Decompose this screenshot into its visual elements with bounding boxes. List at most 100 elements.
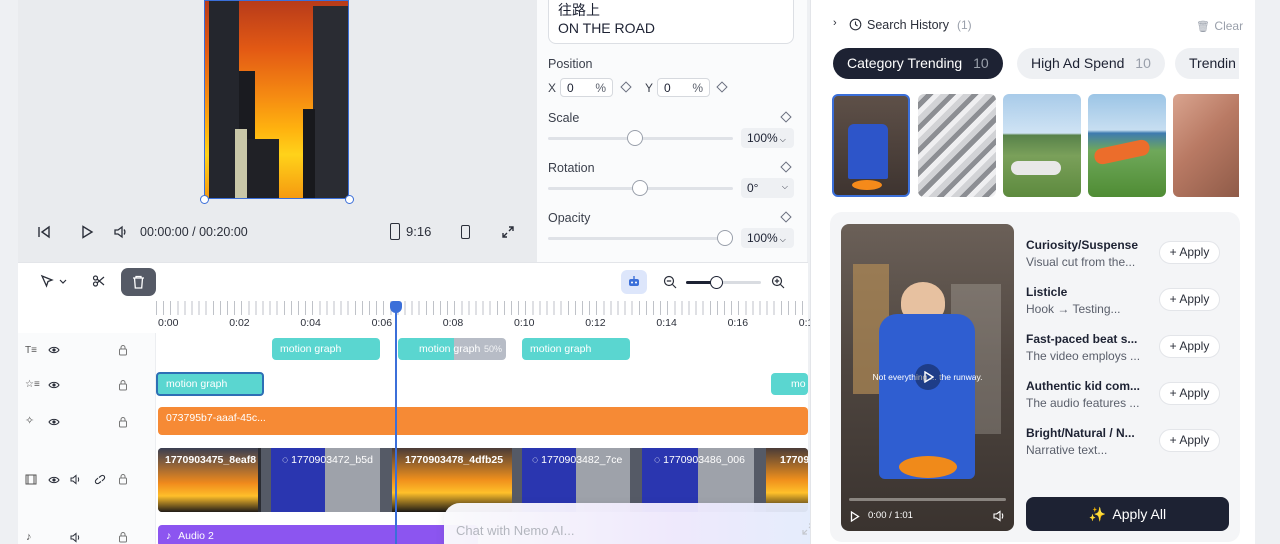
play-icon[interactable] [915,364,941,390]
lock-icon[interactable] [118,473,128,485]
rotation-value: 0° [747,181,759,195]
effect-clip[interactable]: mo [771,373,808,395]
skip-back-icon[interactable] [37,225,51,239]
playhead-line[interactable] [395,311,397,544]
ruler-tick-label: 0:16 [727,317,749,329]
text-track-icon: T≡ [25,345,37,356]
select-tool-button[interactable] [40,274,68,290]
delete-button[interactable] [121,268,156,296]
lock-icon[interactable] [118,379,128,391]
phone-portrait-icon [390,223,400,240]
chip-category-trending[interactable]: Category Trending 10 [833,48,1003,79]
lock-icon[interactable] [118,531,128,543]
video-thumbnail[interactable] [832,94,910,197]
preview-canvas[interactable] [204,0,349,199]
aspect-ratio-button[interactable]: 9:16 [390,223,431,240]
volume-icon[interactable] [70,532,82,543]
video-progress-bar[interactable] [849,498,1006,501]
chip-high-ad-spend[interactable]: High Ad Spend 10 [1017,48,1165,79]
link-icon[interactable] [94,474,106,485]
resize-handle-bottom-right[interactable] [345,195,354,204]
eye-icon[interactable] [48,345,60,355]
video-time: 0:00 / 1:01 [868,510,913,521]
text-clip[interactable]: motion graph [522,338,630,360]
resize-handle-bottom-left[interactable] [200,195,209,204]
opacity-slider-knob[interactable] [717,230,733,246]
scissors-icon[interactable] [92,274,106,288]
position-y-input[interactable]: 0 % [657,78,710,97]
video-thumbnail[interactable] [1173,94,1239,197]
zoom-in-icon[interactable] [771,275,785,289]
keyframe-diamond-icon[interactable] [780,211,792,223]
chip-trending[interactable]: Trendin [1175,48,1239,79]
scale-value: 100% [747,131,778,145]
x-label: X [548,81,557,95]
position-y-value: 0 [664,81,671,95]
apply-template-button[interactable]: + Apply [1159,241,1220,264]
lock-icon[interactable] [118,416,128,428]
zoom-slider-knob[interactable] [710,276,723,289]
scale-slider-knob[interactable] [627,130,643,146]
music-note-icon: ♪ [166,530,172,542]
plus-icon: + [1169,245,1180,259]
text-clip[interactable]: motion graph 50% [398,338,506,360]
effect-clip-label: mo [791,378,806,390]
text-clip[interactable]: motion graph [272,338,380,360]
chip-count: 10 [1135,55,1151,71]
opacity-slider-track[interactable] [548,237,733,240]
timecode: 00:00:00 / 00:20:00 [140,225,248,239]
keyframe-diamond-icon[interactable] [780,111,792,123]
opacity-value: 100% [747,231,778,245]
text-line-english: ON THE ROAD [558,20,655,36]
chevron-right-icon[interactable]: › [833,17,837,29]
apply-template-button[interactable]: + Apply [1159,429,1220,452]
play-icon[interactable] [850,511,860,522]
template-name: Listicle [1026,285,1068,299]
play-icon[interactable] [80,225,94,239]
clear-history-button[interactable]: 🗑 Clear [1196,17,1243,35]
volume-icon[interactable] [993,510,1006,522]
zoom-out-icon[interactable] [663,275,677,289]
search-history-label[interactable]: Search History [867,18,949,32]
apply-template-button[interactable]: + Apply [1159,288,1220,311]
keyframe-diamond-icon[interactable] [620,81,632,93]
chip-label: Category Trending [847,55,963,71]
apply-template-button[interactable]: + Apply [1159,382,1220,405]
keyframe-diamond-icon[interactable] [780,161,792,173]
audio-clip[interactable]: ♪ Audio 2 [158,525,478,544]
volume-icon[interactable] [113,225,129,239]
opacity-value-dropdown[interactable]: 100% ⌵ [741,228,794,248]
auto-snap-toggle[interactable] [621,270,647,294]
lock-icon[interactable] [118,344,128,356]
position-x-value: 0 [567,81,574,95]
device-preview-icon[interactable] [461,225,470,239]
plus-icon: + [1169,433,1180,447]
volume-icon[interactable] [70,474,82,485]
video-clip-label: ◌ 1770903486_006 [654,454,745,466]
template-name: Fast-paced beat s... [1026,332,1138,346]
apply-all-button[interactable]: ✨ Apply All [1026,497,1229,531]
keyframe-diamond-icon[interactable] [716,81,728,93]
chat-with-nemo-input[interactable]: Chat with Nemo AI... [444,503,828,544]
video-thumbnail[interactable] [1003,94,1081,197]
apply-template-button[interactable]: + Apply [1159,335,1220,358]
scale-value-dropdown[interactable]: 100% ⌵ [741,128,794,148]
rotation-slider-knob[interactable] [632,180,648,196]
position-x-input[interactable]: 0 % [560,78,613,97]
video-player[interactable]: Not everything ... the runway. 0:00 / 1:… [841,224,1014,531]
ruler-tick-label: 0:06 [371,317,393,329]
text-content-box[interactable]: 往路上 ON THE ROAD [548,0,794,44]
template-description: The video employs ... [1026,349,1141,363]
fullscreen-icon[interactable] [501,225,515,239]
zoom-slider-track[interactable] [686,281,761,284]
rotation-value-dropdown[interactable]: 0° ⌵ [741,178,794,198]
ruler-tick-label: 0:12 [585,317,606,329]
sticker-clip[interactable]: 073795b7-aaaf-45c... [158,407,808,435]
chip-count: 10 [973,55,989,71]
eye-icon[interactable] [48,417,60,427]
effect-clip-selected[interactable]: motion graph [156,372,264,396]
video-thumbnail[interactable] [918,94,996,197]
video-thumbnail[interactable] [1088,94,1166,197]
eye-icon[interactable] [48,380,60,390]
eye-icon[interactable] [48,475,60,485]
